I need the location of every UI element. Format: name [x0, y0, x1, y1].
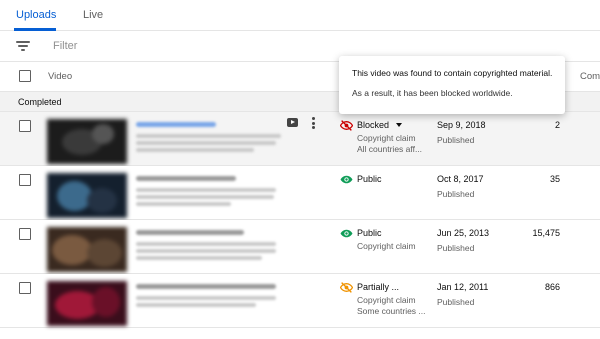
column-header-video[interactable]: Video	[48, 71, 72, 82]
row-checkbox[interactable]	[19, 174, 31, 186]
view-count: 2	[554, 120, 560, 130]
publish-status: Published	[437, 135, 475, 145]
row-checkbox[interactable]	[19, 282, 31, 294]
filter-icon[interactable]	[16, 41, 30, 52]
chevron-down-icon[interactable]	[396, 123, 402, 127]
video-title-blurred[interactable]	[136, 230, 244, 235]
eye-icon	[340, 229, 353, 238]
video-description-blurred	[136, 134, 281, 138]
publish-date: Jun 25, 2013	[437, 228, 490, 238]
video-thumbnail[interactable]	[47, 227, 127, 272]
video-thumbnail[interactable]	[47, 281, 127, 326]
video-title-blurred[interactable]	[136, 176, 236, 181]
row-checkbox[interactable]	[19, 228, 31, 240]
filter-input[interactable]: Filter	[53, 40, 77, 52]
table-row[interactable]: Partially ... Copyright claim Some count…	[0, 274, 600, 328]
table-row[interactable]: Public Oct 8, 2017 Published 35	[0, 166, 600, 220]
view-count: 15,475	[532, 228, 560, 238]
row-checkbox[interactable]	[19, 120, 31, 132]
publish-date: Sep 9, 2018	[437, 120, 486, 130]
blocked-eye-icon	[340, 120, 353, 131]
row-actions	[287, 117, 327, 133]
publish-status: Published	[437, 189, 475, 199]
restriction-text: Copyright claim	[357, 133, 416, 143]
video-title-blurred[interactable]	[136, 284, 276, 289]
publish-status: Published	[437, 243, 475, 253]
video-description-blurred	[136, 141, 276, 145]
more-options-icon[interactable]	[312, 117, 315, 129]
publish-date: Jan 12, 2011	[437, 282, 489, 292]
tooltip-title: This video was found to contain copyrigh…	[352, 68, 553, 78]
restriction-text: All countries aff...	[357, 144, 423, 154]
visibility-status[interactable]: Public	[357, 174, 382, 184]
video-description-blurred	[136, 202, 231, 206]
video-description-blurred	[136, 195, 274, 199]
video-title-blurred[interactable]	[136, 122, 216, 127]
view-count: 35	[549, 174, 560, 184]
video-description-blurred	[136, 148, 254, 152]
video-thumbnail[interactable]	[47, 173, 127, 218]
partial-eye-icon	[340, 282, 353, 293]
youtube-icon[interactable]	[287, 118, 298, 127]
section-label-completed: Completed	[18, 97, 62, 107]
video-description-blurred	[136, 256, 262, 260]
video-description-blurred	[136, 249, 276, 253]
view-count: 866	[544, 282, 560, 292]
video-description-blurred	[136, 242, 276, 246]
publish-date: Oct 8, 2017	[437, 174, 484, 184]
video-description-blurred	[136, 188, 276, 192]
tab-live[interactable]: Live	[83, 9, 103, 21]
table-row[interactable]: Blocked Copyright claim All countries af…	[0, 112, 600, 166]
publish-status: Published	[437, 297, 475, 307]
video-description-blurred	[136, 303, 256, 307]
tooltip-body: As a result, it has been blocked worldwi…	[352, 88, 513, 98]
visibility-status[interactable]: Blocked	[357, 120, 389, 130]
column-header-comments[interactable]: Comm	[580, 71, 600, 82]
restriction-text: Copyright claim	[357, 295, 416, 305]
restriction-text: Copyright claim	[357, 241, 416, 251]
video-thumbnail[interactable]	[47, 119, 127, 164]
table-row[interactable]: Public Copyright claim Jun 25, 2013 Publ…	[0, 220, 600, 274]
visibility-status[interactable]: Partially ...	[357, 282, 399, 292]
tab-uploads[interactable]: Uploads	[16, 9, 56, 21]
copyright-tooltip: This video was found to contain copyrigh…	[339, 56, 565, 114]
tab-bar: Uploads Live	[0, 0, 600, 31]
visibility-status[interactable]: Public	[357, 228, 382, 238]
restriction-text: Some countries ...	[357, 306, 426, 316]
eye-icon	[340, 175, 353, 184]
select-all-checkbox[interactable]	[19, 70, 31, 82]
video-description-blurred	[136, 296, 276, 300]
